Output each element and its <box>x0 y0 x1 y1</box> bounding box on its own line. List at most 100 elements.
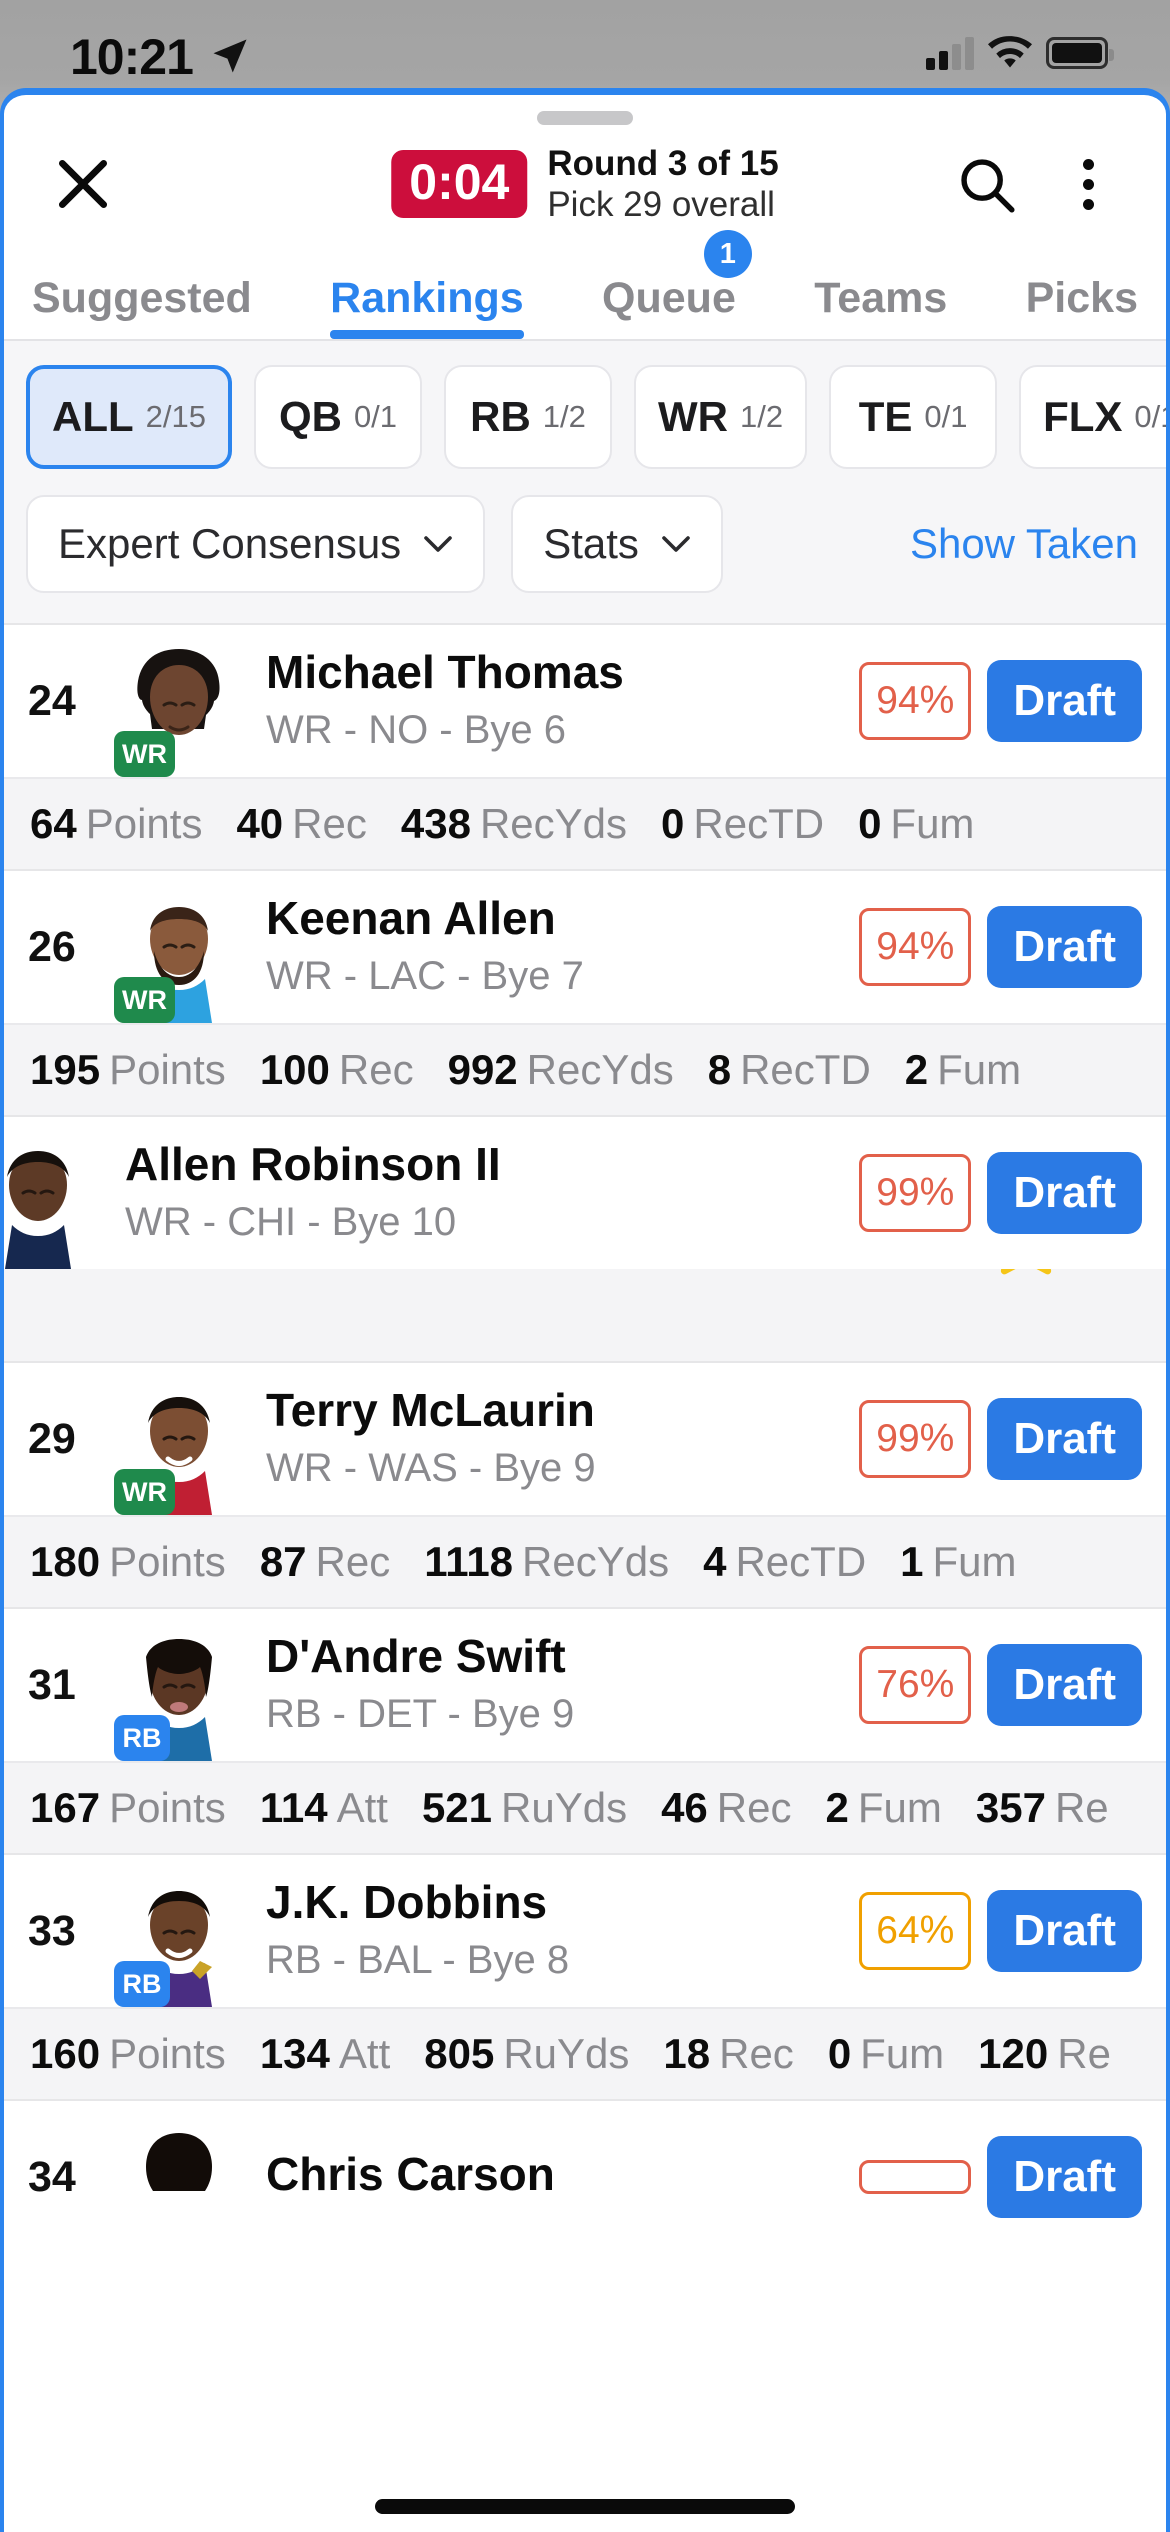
player-main[interactable]: 24 WR Michael Thomas WR - NO - Bye 6 94%… <box>4 625 1166 777</box>
stat-value: 160 <box>30 2030 101 2077</box>
draft-button[interactable]: Draft <box>987 660 1142 742</box>
draft-button[interactable]: Draft <box>987 1152 1142 1234</box>
player-row-jk-dobbins[interactable]: 33 RB J.K. Dobbins RB - BAL - Bye 8 64% … <box>4 1853 1166 2099</box>
player-row-michael-thomas[interactable]: 24 WR Michael Thomas WR - NO - Bye 6 94%… <box>4 623 1166 869</box>
sheet-grabber[interactable] <box>537 111 633 125</box>
show-taken-link[interactable]: Show Taken <box>910 520 1138 568</box>
draft-percent-badge: 99% <box>859 1400 972 1478</box>
stat-item: 134 Att <box>260 2030 390 2078</box>
player-row-allen-robinson[interactable]: 28 WR Allen Robinso <box>4 1115 1166 1361</box>
status-time: 10:21 <box>70 29 194 85</box>
player-stats-row: 180 Points 87 Rec 1118 RecYds 4 RecTD 1 Fum <box>4 1515 1166 1607</box>
stat-key: Rec <box>338 1046 414 1093</box>
search-icon[interactable] <box>952 148 1020 220</box>
stat-item: 805 RuYds <box>424 2030 629 2078</box>
stat-key: Points <box>109 1538 226 1585</box>
player-row-terry-mclaurin[interactable]: 29 WR Terry McLaurin WR - WAS - Bye 9 99… <box>4 1361 1166 1607</box>
avatar <box>4 1137 97 1269</box>
stat-value: 0 <box>858 800 882 847</box>
player-main[interactable]: 34 RB Chris Carson Draft <box>4 2101 1166 2253</box>
tab-label: Rankings <box>330 274 524 322</box>
player-name: J.K. Dobbins <box>266 1876 548 1929</box>
wifi-icon <box>988 36 1032 68</box>
stat-value: 1118 <box>424 1538 514 1585</box>
stat-item: 8 RecTD <box>708 1046 871 1094</box>
player-rank: 29 <box>28 1414 76 1463</box>
player-rank: 26 <box>28 922 76 971</box>
stat-item: 46 Rec <box>661 1784 791 1832</box>
stat-key: Points <box>85 800 203 847</box>
player-main[interactable]: 26 WR Keenan Allen WR - LAC - Bye 7 94% … <box>4 871 1166 1023</box>
tab-queue[interactable]: Queue 1 <box>602 230 752 339</box>
stat-item: 100 Rec <box>260 1046 414 1094</box>
stat-item: 180 Points <box>30 1538 226 1586</box>
stat-item: 2 Fum <box>905 1046 1021 1094</box>
stat-value: 521 <box>421 1784 493 1831</box>
stat-item: 1118 RecYds <box>424 1538 669 1586</box>
location-arrow-icon <box>213 39 247 73</box>
chip-position: QB <box>278 393 342 440</box>
stat-key: RecYds <box>526 1046 674 1093</box>
draft-button[interactable]: Draft <box>987 1398 1142 1480</box>
ranking-source-select[interactable]: Expert Consensus <box>26 495 486 593</box>
stat-item: 438 RecYds <box>401 800 627 848</box>
player-row-dandre-swift[interactable]: 31 RB D'Andre Swift RB - DET - Bye 9 76%… <box>4 1607 1166 1853</box>
draft-button[interactable]: Draft <box>987 906 1142 988</box>
chip-position: TE <box>858 393 913 440</box>
screen: 10:21 0:04 Round 3 of 15 Pick 29 overall… <box>0 0 1170 2532</box>
stat-item: 357 Re <box>976 1784 1109 1832</box>
chip-rb[interactable]: RB 1/2 <box>444 365 612 469</box>
stat-item: 521 RuYds <box>422 1784 627 1832</box>
position-filter-chips[interactable]: ALL 2/15 QB 0/1 RB 1/2 WR 1/2 TE 0/1 FLX… <box>4 341 1166 479</box>
chip-qb[interactable]: QB 0/1 <box>254 365 422 469</box>
stat-value: 195 <box>30 1046 101 1093</box>
stat-key: Re <box>1057 2030 1111 2077</box>
chip-count: 0/1 <box>1134 399 1166 434</box>
player-main[interactable]: 31 RB D'Andre Swift RB - DET - Bye 9 76%… <box>4 1609 1166 1761</box>
chip-wr[interactable]: WR 1/2 <box>634 365 808 469</box>
player-main[interactable]: 29 WR Terry McLaurin WR - WAS - Bye 9 99… <box>4 1363 1166 1515</box>
stat-key: Points <box>109 1046 226 1093</box>
chip-te[interactable]: TE 0/1 <box>829 365 998 469</box>
player-avatar-wrap: WR <box>114 637 238 777</box>
stat-key: Fum <box>890 800 975 847</box>
draft-button[interactable]: Draft <box>987 2136 1142 2218</box>
player-row-keenan-allen[interactable]: 26 WR Keenan Allen WR - LAC - Bye 7 94% … <box>4 869 1166 1115</box>
draft-button[interactable]: Draft <box>987 1644 1142 1726</box>
tab-picks[interactable]: Picks <box>1026 274 1138 339</box>
tab-teams[interactable]: Teams <box>814 274 947 339</box>
stat-key: Re <box>1054 1784 1109 1831</box>
chip-all[interactable]: ALL 2/15 <box>26 365 232 469</box>
draft-percent-badge: 64% <box>859 1892 972 1970</box>
navbar-actions <box>952 148 1122 220</box>
ranking-source-value: Expert Consensus <box>58 520 402 567</box>
draft-button[interactable]: Draft <box>987 1890 1142 1972</box>
stat-key: Att <box>336 1784 388 1831</box>
stat-key: Fum <box>932 1538 1017 1585</box>
stat-value: 134 <box>259 2030 330 2077</box>
stat-value: 180 <box>30 1538 101 1585</box>
tab-suggested[interactable]: Suggested <box>32 274 252 339</box>
stat-value: 100 <box>259 1046 330 1093</box>
round-info: Round 3 of 15 Pick 29 overall <box>547 143 778 226</box>
stats-select[interactable]: Stats <box>511 495 723 593</box>
player-avatar-wrap: WR <box>114 1375 238 1515</box>
player-name: D'Andre Swift <box>266 1630 566 1683</box>
player-row-chris-carson[interactable]: 34 RB Chris Carson Draft <box>4 2099 1166 2253</box>
player-main[interactable]: 33 RB J.K. Dobbins RB - BAL - Bye 8 64% … <box>4 1855 1166 2007</box>
ranking-controls: Expert Consensus Stats Show Taken <box>4 479 1166 623</box>
more-vertical-icon[interactable] <box>1054 148 1122 220</box>
chip-position: WR <box>658 393 728 440</box>
cellular-signal-icon <box>926 36 974 70</box>
stat-key: Rec <box>719 2030 794 2077</box>
draft-percent-badge <box>859 2160 972 2194</box>
round-label: Round 3 of 15 <box>547 143 779 183</box>
close-icon[interactable] <box>48 149 118 219</box>
chip-flx[interactable]: FLX 0/1 <box>1019 365 1166 469</box>
player-main[interactable]: 28 WR Allen Robinso <box>4 1117 1166 1269</box>
stat-value: 0 <box>827 2030 852 2077</box>
chip-position: RB <box>470 393 531 440</box>
tab-rankings[interactable]: Rankings <box>330 274 524 339</box>
position-badge: WR <box>114 731 175 777</box>
stat-value: 40 <box>236 800 284 847</box>
